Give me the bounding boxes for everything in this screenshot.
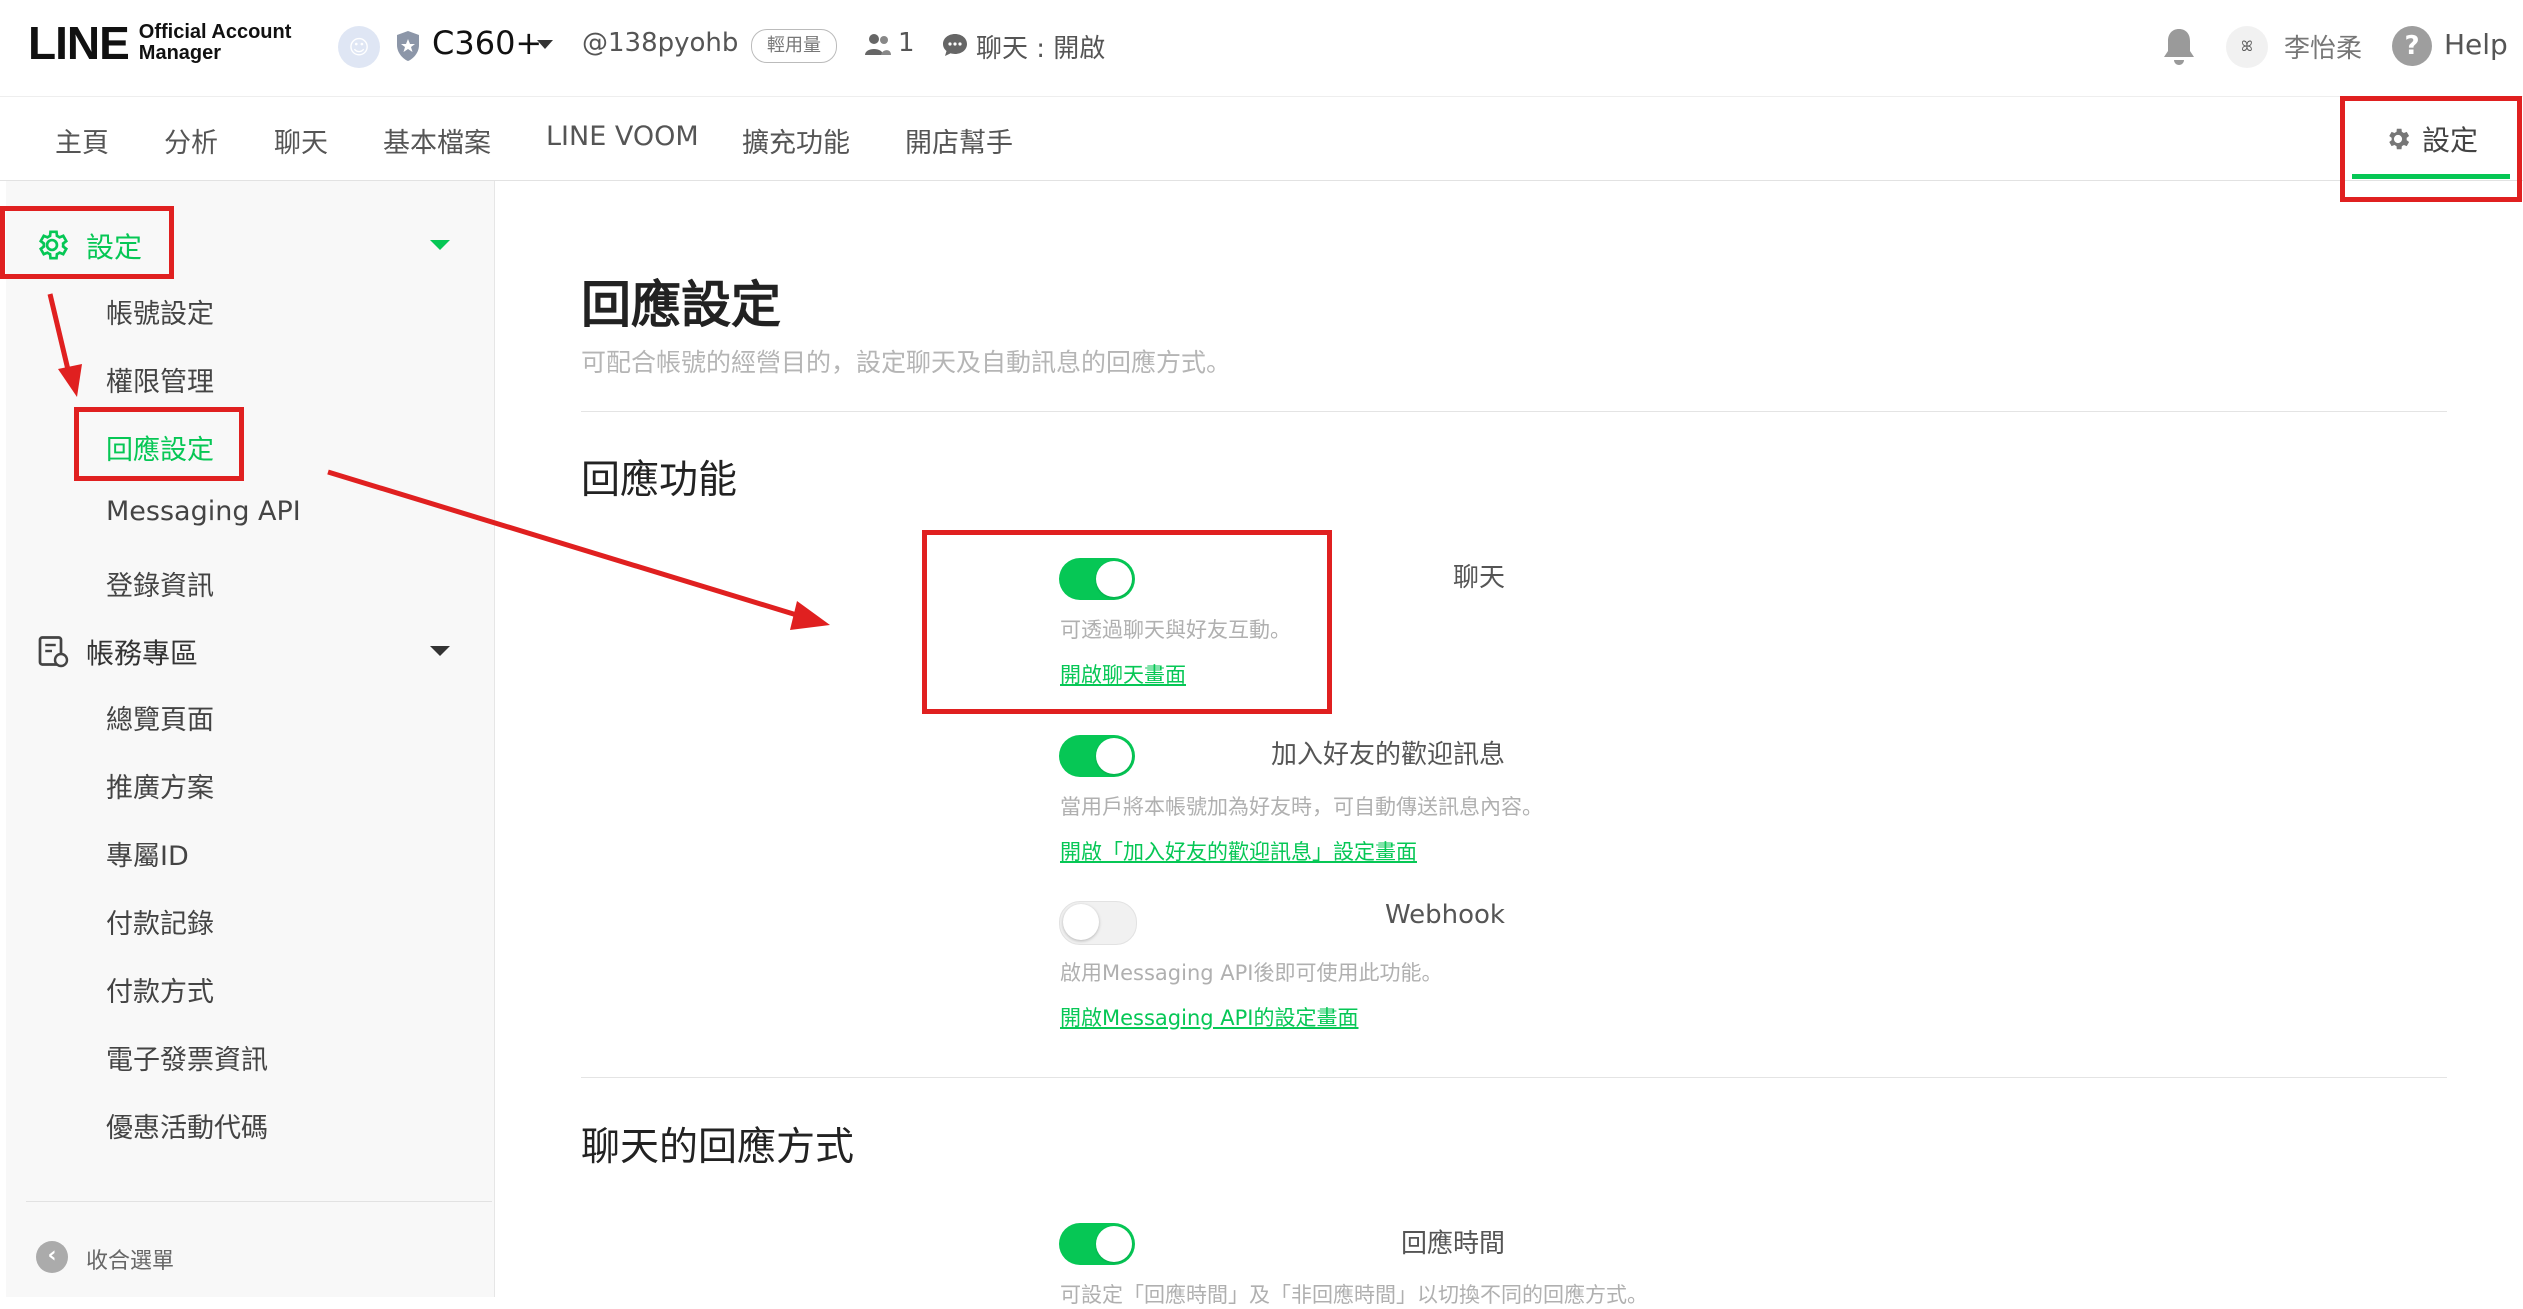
logo-sub-line1: Official Account [138, 21, 292, 43]
plan-badge: 輕用量 [751, 29, 837, 63]
sidebar: 設定 帳號設定 權限管理 回應設定 Messaging API 登錄資訊 帳務專… [6, 181, 495, 1297]
page-title: 回應設定 [581, 276, 781, 334]
welcome-message-description: 當用戶將本帳號加為好友時，可自動傳送訊息內容。 [1060, 795, 1543, 819]
friends-icon [865, 34, 891, 55]
user-name[interactable]: 李怡柔 [2284, 28, 2362, 65]
sidebar-divider [26, 1201, 492, 1202]
collapse-menu-button[interactable]: 收合選單 [86, 1243, 174, 1275]
sidebar-item-registration-info[interactable]: 登錄資訊 [106, 564, 214, 603]
nav-extensions[interactable]: 擴充功能 [742, 121, 850, 160]
webhook-toggle[interactable] [1059, 901, 1137, 945]
user-avatar[interactable]: ꕤ [2226, 26, 2268, 68]
nav-chat[interactable]: 聊天 [274, 121, 328, 160]
sidebar-section-settings[interactable]: 設定 [6, 211, 494, 277]
nav-profile[interactable]: 基本檔案 [383, 121, 491, 160]
response-time-label: 回應時間 [1400, 1229, 1505, 1259]
sidebar-item-promo-code[interactable]: 優惠活動代碼 [106, 1106, 268, 1145]
sidebar-item-plans[interactable]: 推廣方案 [106, 766, 214, 805]
invoice-icon [38, 636, 69, 668]
open-chat-link[interactable]: 開啟聊天畫面 [1060, 659, 1186, 689]
sidebar-item-response-settings[interactable]: 回應設定 [106, 428, 214, 467]
sidebar-item-payment-method[interactable]: 付款方式 [106, 970, 214, 1009]
section-title-response-features: 回應功能 [581, 458, 738, 503]
chat-description: 可透過聊天與好友互動。 [1060, 618, 1291, 642]
shield-icon [397, 31, 419, 61]
sidebar-item-premium-id[interactable]: 專屬ID [106, 834, 189, 873]
welcome-message-toggle[interactable] [1059, 735, 1135, 777]
main-content: 回應設定 可配合帳號的經營目的，設定聊天及自動訊息的回應方式。 回應功能 聊天 … [495, 181, 2523, 1307]
account-name[interactable]: C360+ [432, 24, 542, 62]
account-avatar[interactable]: ☺ [338, 26, 380, 68]
nav-home[interactable]: 主頁 [55, 121, 109, 160]
gear-icon [38, 230, 69, 260]
chat-label: 聊天 [1452, 563, 1505, 593]
logo-sub-line2: Manager [138, 42, 222, 64]
chat-bubble-icon [943, 34, 967, 56]
chevron-down-icon[interactable] [430, 646, 450, 656]
chat-toggle[interactable] [1059, 558, 1135, 600]
nav-settings-tab[interactable]: 設定 [2352, 97, 2510, 180]
divider [581, 411, 2447, 412]
active-tab-indicator [2352, 174, 2510, 179]
nav-settings-label: 設定 [2422, 124, 2479, 157]
top-bar: LINE Official Account Manager ☺ C360+ @1… [0, 0, 2523, 97]
logo-brand: LINE [28, 17, 130, 69]
webhook-label: Webhook [1384, 900, 1505, 930]
messaging-api-settings-link[interactable]: 開啟Messaging API的設定畫面 [1060, 1002, 1359, 1032]
friends-count: 1 [898, 28, 915, 58]
sidebar-item-payment-history[interactable]: 付款記錄 [106, 902, 214, 941]
sidebar-billing-label: 帳務專區 [86, 637, 199, 670]
chevron-down-icon[interactable] [537, 40, 553, 49]
logo-subtitle: Official Account Manager [139, 22, 292, 64]
page-description: 可配合帳號的經營目的，設定聊天及自動訊息的回應方式。 [581, 348, 1232, 377]
section-title-chat-response-mode: 聊天的回應方式 [581, 1125, 855, 1170]
sidebar-item-messaging-api[interactable]: Messaging API [106, 496, 301, 527]
welcome-message-label: 加入好友的歡迎訊息 [1270, 740, 1505, 770]
sidebar-item-permissions[interactable]: 權限管理 [106, 360, 214, 399]
chat-status[interactable]: 聊天 : 開啟 [976, 28, 1105, 65]
sidebar-item-e-invoice[interactable]: 電子發票資訊 [106, 1038, 268, 1077]
response-time-description: 可設定「回應時間」及「非回應時間」以切換不同的回應方式。 [1060, 1283, 1648, 1307]
main-nav: 主頁 分析 聊天 基本檔案 LINE VOOM 擴充功能 開店幫手 設定 [0, 97, 2523, 181]
nav-line-voom[interactable]: LINE VOOM [546, 121, 699, 152]
chevron-down-icon[interactable] [430, 240, 450, 250]
sidebar-item-account-settings[interactable]: 帳號設定 [106, 292, 214, 331]
account-id: @138pyohb [582, 28, 739, 58]
nav-shop-assistant[interactable]: 開店幫手 [905, 121, 1013, 160]
help-icon[interactable]: ? [2392, 26, 2432, 66]
toggle-knob [1096, 738, 1132, 774]
toggle-knob [1096, 561, 1132, 597]
toggle-knob [1096, 1226, 1132, 1262]
sidebar-section-billing[interactable]: 帳務專區 [6, 617, 494, 683]
line-oa-manager-logo[interactable]: LINE Official Account Manager [28, 16, 291, 70]
divider [581, 1077, 2447, 1078]
welcome-message-settings-link[interactable]: 開啟「加入好友的歡迎訊息」設定畫面 [1060, 836, 1417, 866]
gear-icon [2389, 128, 2410, 150]
toggle-knob [1063, 904, 1099, 940]
webhook-description: 啟用Messaging API後即可使用此功能。 [1060, 961, 1443, 985]
nav-analytics[interactable]: 分析 [164, 121, 218, 160]
bell-icon[interactable] [2160, 26, 2198, 66]
sidebar-item-overview[interactable]: 總覽頁面 [106, 698, 214, 737]
sidebar-settings-label: 設定 [86, 231, 143, 264]
help-link[interactable]: Help [2444, 28, 2508, 61]
chevron-left-icon[interactable]: ‹ [36, 1241, 68, 1273]
response-time-toggle[interactable] [1059, 1223, 1135, 1265]
